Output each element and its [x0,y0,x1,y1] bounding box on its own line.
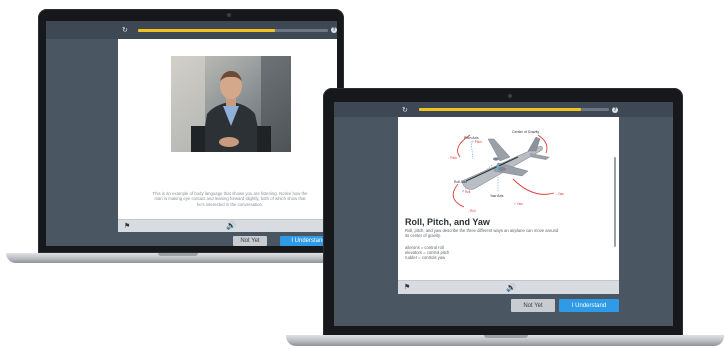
laptop-back-camera [227,13,231,17]
i-understand-button[interactable]: I Understand [559,299,619,312]
lesson-progress-bar [138,29,328,32]
scrollbar-thumb[interactable] [614,157,616,247]
minus-yaw-label: - Yaw [556,192,565,196]
reload-icon[interactable]: ↻ [122,27,128,34]
speaker-icon[interactable]: 🔊 [506,284,516,292]
plus-pitch-label: + Pitch [472,140,482,144]
yaw-arc [512,178,555,195]
laptop-front-hinge [484,335,528,338]
businessman-photo-image [171,56,291,152]
plus-yaw-label: + Yaw [514,202,523,206]
minus-pitch-label: - Pitch [448,156,457,160]
airplane-diagram-svg: Center of Gravity Pitch Axis Roll Axis Y… [448,130,565,213]
help-icon[interactable]: ? [612,107,618,113]
lesson-title: Roll, Pitch, and Yaw [405,217,490,227]
laptop-front-base [286,335,724,346]
help-icon[interactable]: ? [331,27,337,33]
laptop-back-hinge [158,253,198,256]
roll-arc [452,183,465,208]
minus-roll-label: - Roll [468,209,476,213]
center-of-gravity-label: Center of Gravity [512,130,539,134]
not-yet-button[interactable]: Not Yet [511,299,555,312]
lesson-progress-fill [419,108,581,111]
laptop-front: ↻ ? Center of Gravity Pitch Axis Roll Ax… [280,86,726,349]
laptop-front-camera [508,94,512,98]
not-yet-button[interactable]: Not Yet [233,236,267,246]
flag-icon[interactable]: ⚑ [124,223,130,230]
top-bar: ↻ ? [46,21,337,39]
speaker-icon[interactable]: 🔊 [226,222,236,230]
photo-businessman [171,56,291,152]
lesson-progress-fill [138,29,275,32]
airplane-axes-diagram: Center of Gravity Pitch Axis Roll Axis Y… [418,119,578,213]
lesson-screen-2: ↻ ? Center of Gravity Pitch Axis Roll Ax… [334,102,673,326]
flag-icon[interactable]: ⚑ [404,284,410,291]
airplane-illustration [461,136,550,190]
center-of-gravity-dot [496,165,500,169]
reload-icon[interactable]: ↻ [402,107,408,114]
list-item: rudder = controls yaw [405,255,446,260]
content-card: Center of Gravity Pitch Axis Roll Axis Y… [398,117,619,280]
lesson-description: Roll, pitch, and yaw describe the three … [405,228,559,238]
lesson-progress-bar [419,108,609,111]
plus-roll-label: + Roll [462,190,471,194]
roll-axis-label: Roll Axis [454,180,467,184]
control-list: ailerons = control roll elevators = cont… [405,245,525,260]
yaw-axis-label: Yaw Axis [490,194,504,198]
top-bar: ↻ ? [334,102,673,117]
bottom-toolbar: ⚑ 🔊 [398,280,619,294]
